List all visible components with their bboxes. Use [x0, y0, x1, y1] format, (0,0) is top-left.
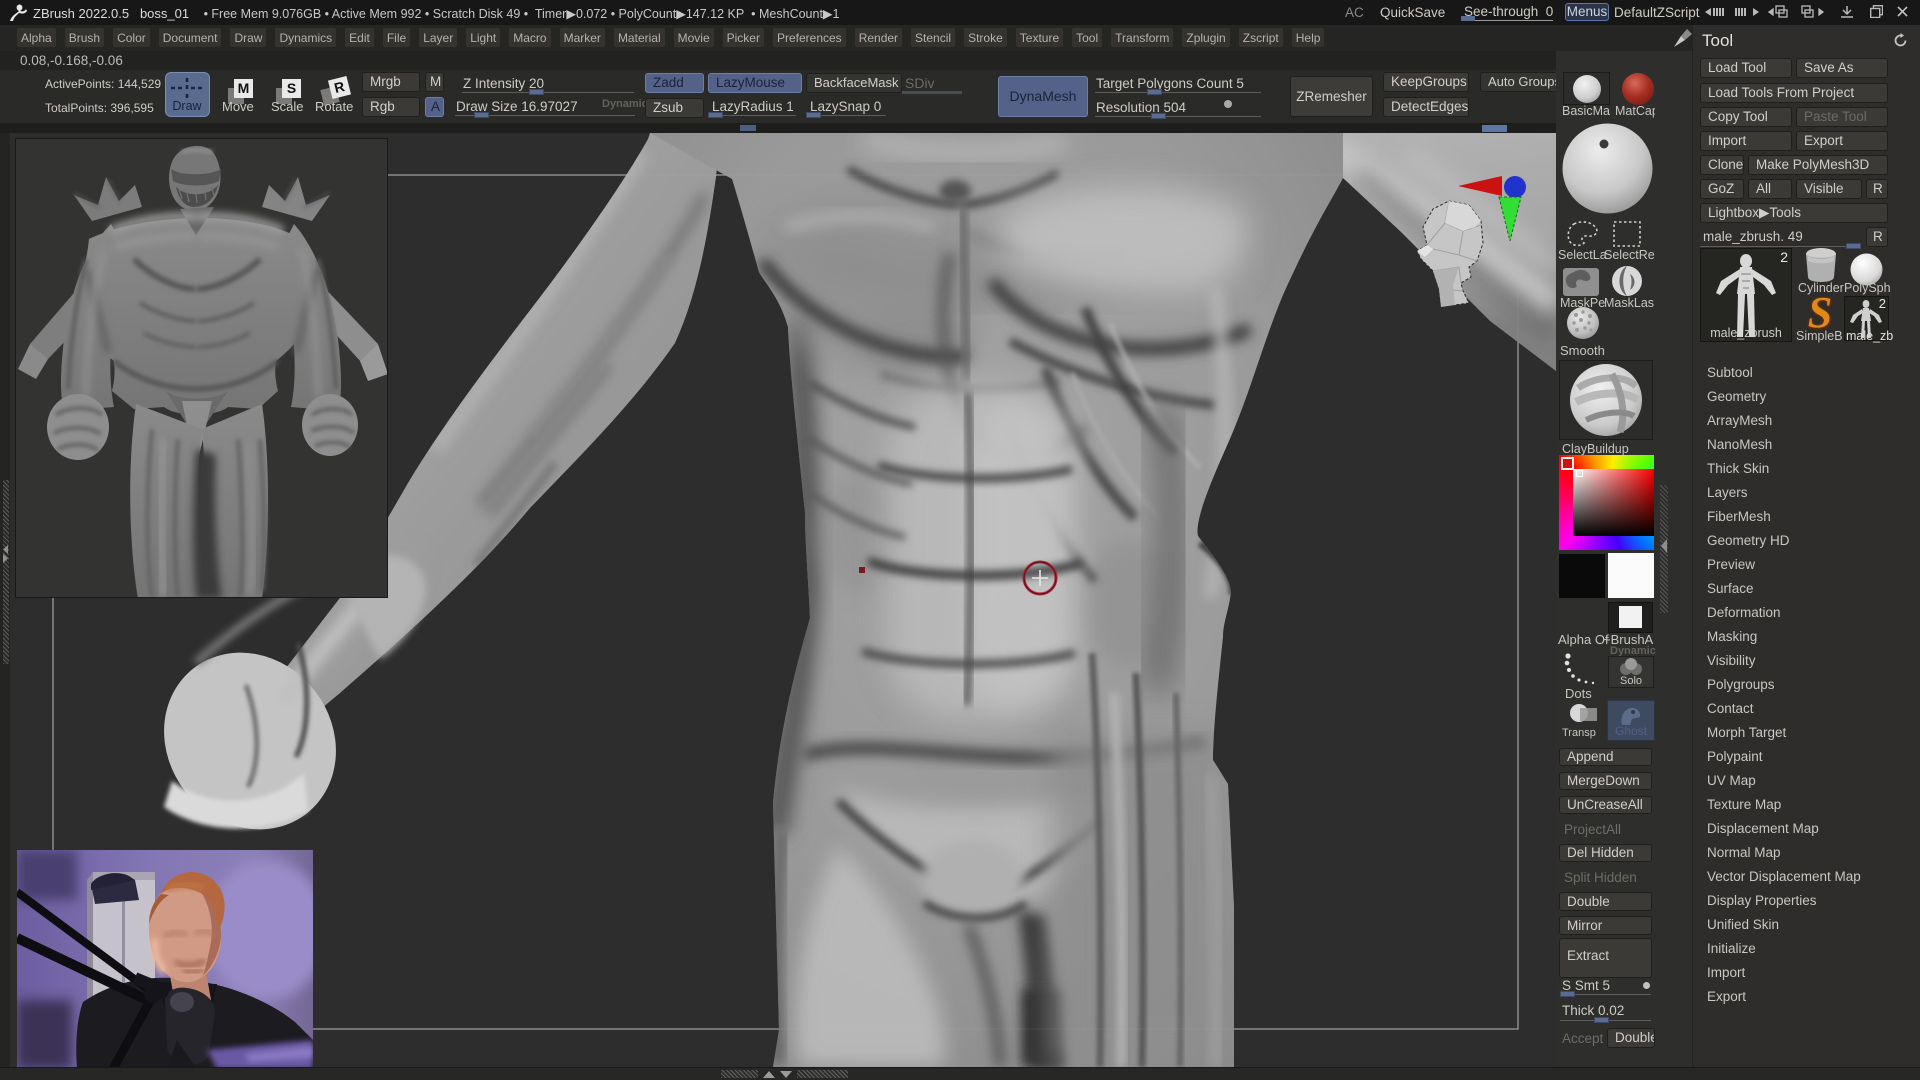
svg-text:Draw: Draw	[172, 99, 202, 113]
